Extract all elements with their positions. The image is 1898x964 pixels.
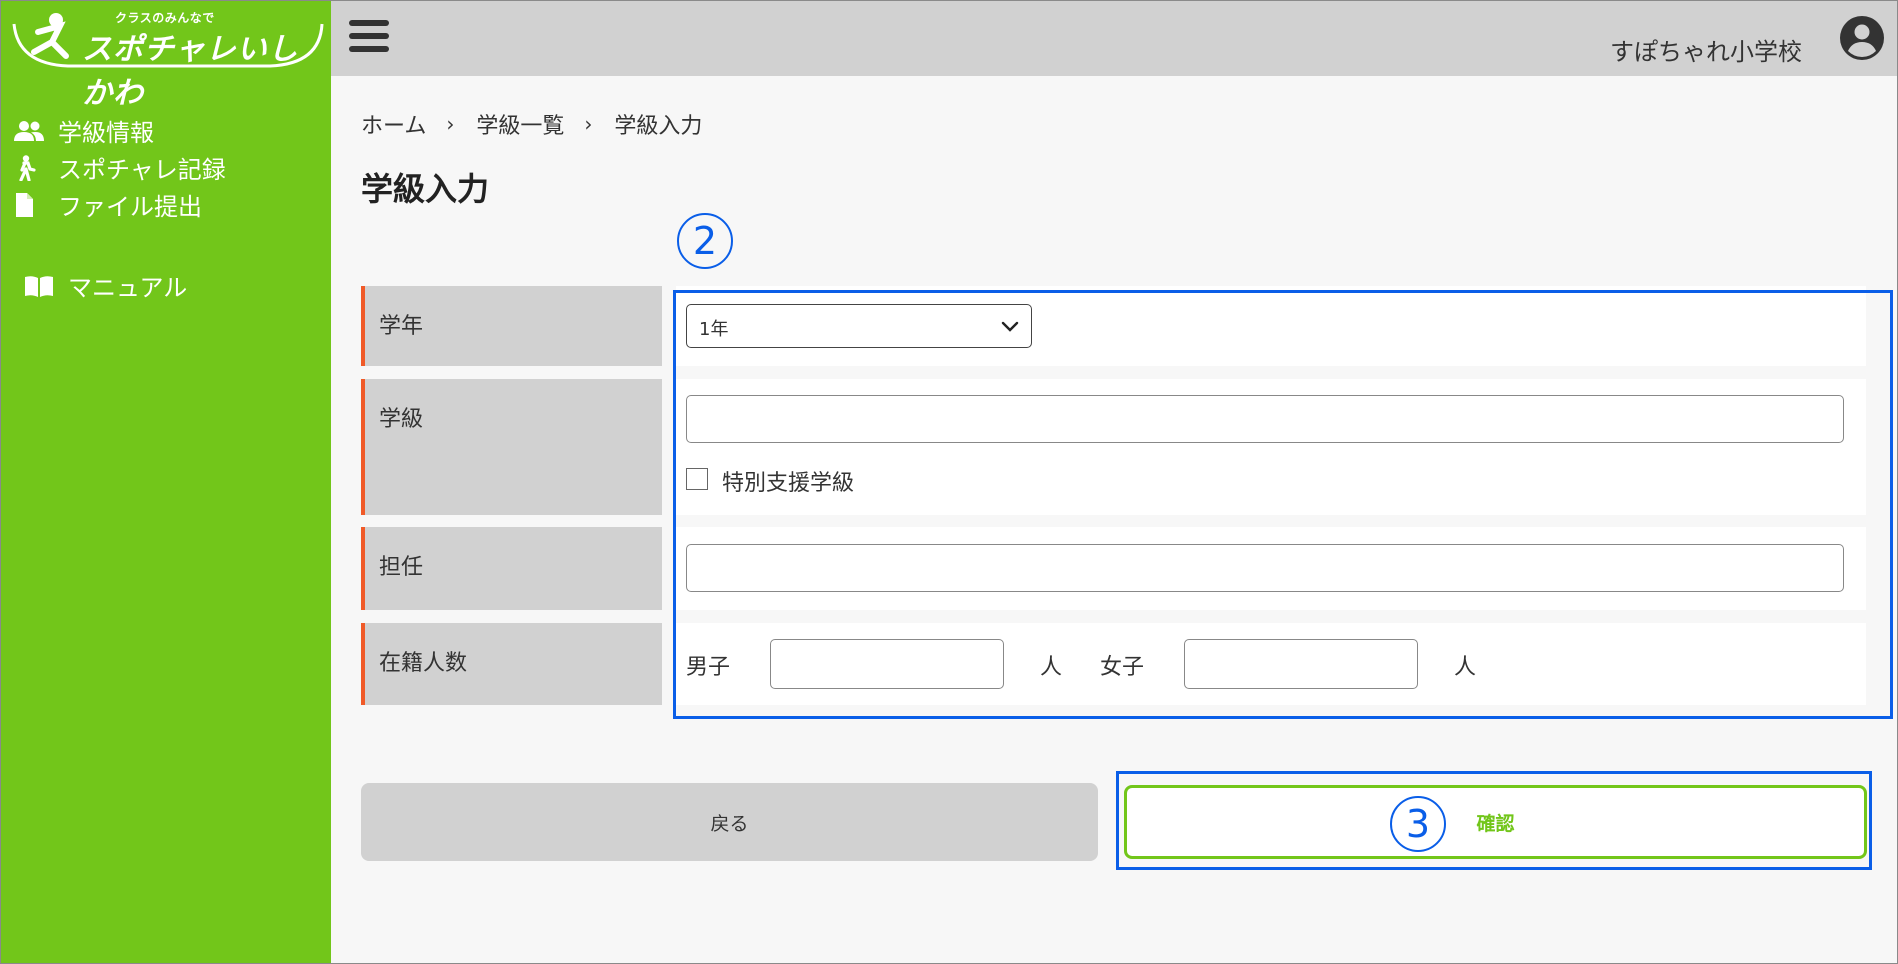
sidebar-item-file-submit[interactable]: ファイル提出 (14, 186, 226, 223)
logo-name: スポチャレいしかわ (82, 32, 299, 111)
chevron-right-icon: › (584, 112, 593, 136)
book-icon (24, 275, 68, 297)
sidebar-item-manual[interactable]: マニュアル (24, 268, 187, 303)
sidebar-item-spochare-record[interactable]: スポチャレ記録 (14, 149, 226, 186)
file-icon (14, 192, 58, 217)
back-button[interactable]: 戻る (361, 783, 1098, 861)
sidebar-item-label: スポチャレ記録 (58, 156, 226, 184)
user-avatar-icon[interactable] (1840, 16, 1884, 60)
sidebar: クラスのみんなで スポチャレいしかわ 学級情報 スポチャレ記録 ファイル提出 マ… (0, 0, 331, 964)
breadcrumb-current: 学級入力 (614, 114, 703, 139)
annotation-marker-3: 3 (1390, 796, 1446, 852)
walking-person-icon (14, 154, 58, 181)
sidebar-item-label: ファイル提出 (58, 193, 202, 221)
sidebar-item-label: マニュアル (68, 274, 188, 302)
sidebar-item-label: 学級情報 (58, 119, 154, 147)
annotation-box-confirm (1116, 771, 1872, 870)
breadcrumb: ホーム › 学級一覧 › 学級入力 (361, 108, 702, 140)
hamburger-menu-icon[interactable] (349, 20, 389, 56)
app-logo[interactable]: クラスのみんなで スポチャレいしかわ (8, 6, 326, 111)
breadcrumb-class-list[interactable]: 学級一覧 (476, 108, 564, 140)
enrollment-label: 在籍人数 (361, 623, 662, 705)
top-header: すぽちゃれ小学校 (331, 0, 1898, 76)
page-title: 学級入力 (361, 170, 490, 208)
grade-label: 学年 (361, 286, 662, 366)
annotation-box-form (673, 290, 1893, 719)
school-name: すぽちゃれ小学校 (1610, 38, 1802, 66)
breadcrumb-home[interactable]: ホーム (361, 108, 426, 140)
chevron-right-icon: › (446, 112, 455, 136)
teacher-label: 担任 (361, 527, 662, 610)
sidebar-item-class-info[interactable]: 学級情報 (14, 112, 226, 149)
annotation-marker-2: 2 (677, 213, 733, 269)
class-label: 学級 (361, 379, 662, 515)
users-icon (14, 120, 58, 142)
sidebar-nav: 学級情報 スポチャレ記録 ファイル提出 (14, 112, 226, 223)
